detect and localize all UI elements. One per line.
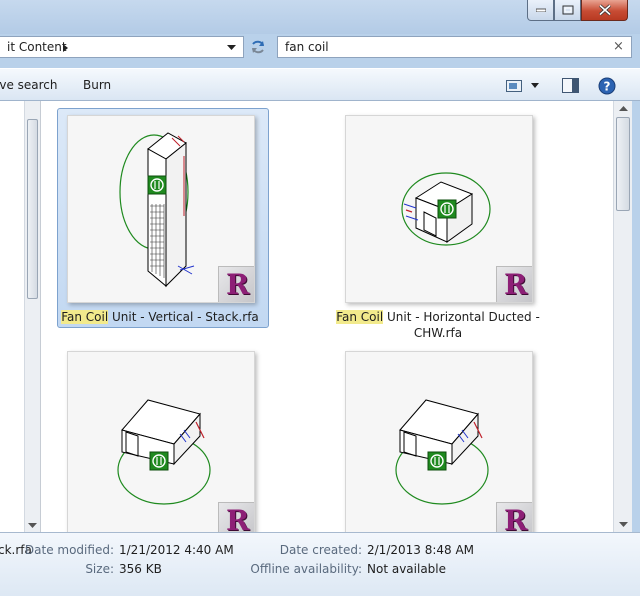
revit-family-badge: R [496,502,532,532]
chevron-down-icon[interactable] [227,45,236,50]
date-modified-label: Date modified: [24,543,114,557]
search-input[interactable]: fan coil [285,40,329,54]
breadcrumb[interactable]: it Content [7,40,67,54]
refresh-icon [252,40,264,54]
minimize-button[interactable] [527,0,554,21]
date-created-value: 2/1/2013 8:48 AM [367,543,475,557]
minimize-icon [535,8,546,12]
file-name[interactable]: Fan Coil Unit - Horizontal Ducted - CHW.… [331,309,545,341]
search-highlight: Fan Coil [61,310,109,324]
close-icon [598,4,611,16]
file-list[interactable]: R Fan Coil Unit - Vertical - Stack.rfa R [41,101,613,532]
offline-availability-label: Offline availability: [250,562,362,576]
file-thumbnail[interactable]: R [67,115,255,303]
offline-availability-value: Not available [367,562,447,576]
preview-pane-icon[interactable] [562,78,579,93]
file-name-text: Unit - Vertical - Stack.rfa [108,310,259,324]
command-bar: ave search Burn ? [0,68,640,101]
clear-icon[interactable]: × [613,39,624,54]
chevron-down-icon[interactable] [531,83,539,88]
help-icon[interactable]: ? [598,77,616,95]
navigation-scrollbar[interactable] [24,101,41,532]
size-label: Size: [85,562,114,576]
burn-button[interactable]: Burn [83,78,111,92]
view-icon[interactable] [506,80,522,92]
close-button[interactable] [581,0,628,21]
vertical-scrollbar[interactable] [613,101,632,532]
navigation-pane[interactable] [0,101,24,532]
date-modified-value: 1/21/2012 4:40 AM [119,543,234,557]
scroll-down-icon[interactable] [28,523,37,528]
size-value: 356 KB [119,562,162,576]
search-highlight: Fan Coil [336,310,384,324]
file-thumbnail[interactable]: R [345,351,533,532]
chevron-right-icon[interactable] [63,44,69,52]
file-name-text-line2: CHW.rfa [413,326,463,340]
title-bar [0,0,640,34]
scrollbar-thumb[interactable] [616,117,630,211]
file-name[interactable]: Fan Coil Unit - Vertical - Stack.rfa [53,309,267,325]
file-name-text: Unit - Horizontal Ducted - [383,310,540,324]
address-bar[interactable]: it Content [0,36,244,58]
refresh-button[interactable] [246,36,270,58]
search-box[interactable]: fan coil × [277,36,632,58]
revit-family-badge: R [218,502,254,532]
svg-text:?: ? [604,80,611,94]
scroll-up-icon[interactable] [619,106,628,111]
save-search-button[interactable]: ave search [0,78,58,92]
file-thumbnail[interactable]: R [67,351,255,532]
scrollbar-thumb[interactable] [27,119,38,299]
revit-family-badge: R [496,266,532,302]
date-created-label: Date created: [279,543,362,557]
revit-family-badge: R [218,266,254,302]
window-border [632,101,640,532]
maximize-button[interactable] [554,0,581,21]
details-pane: ck.rfa Date modified: 1/21/2012 4:40 AM … [0,532,640,596]
file-thumbnail[interactable]: R [345,115,533,303]
scroll-down-icon[interactable] [619,522,628,527]
maximize-icon [562,5,573,15]
